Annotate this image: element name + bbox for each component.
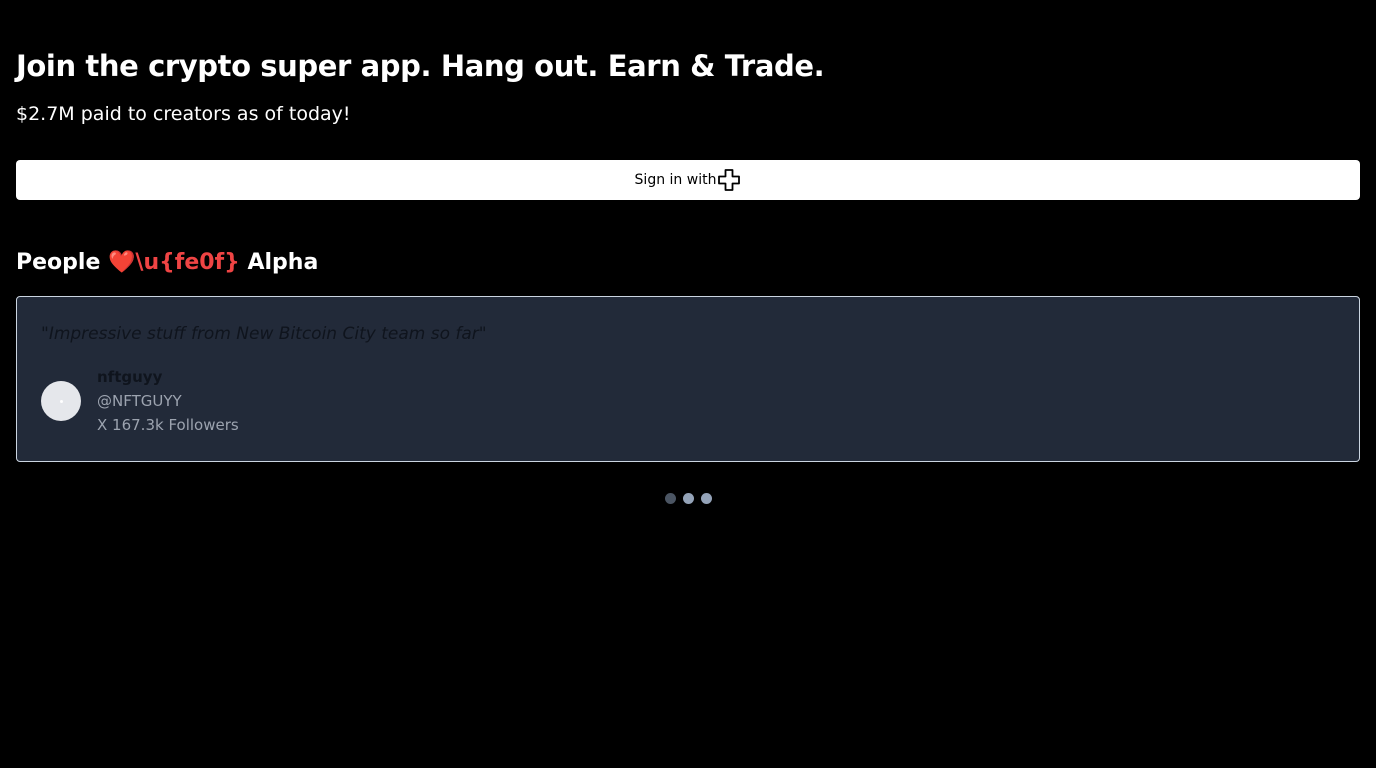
author-handle: @NFTGUYY bbox=[97, 392, 182, 410]
testimonial-card: "Impressive stuff from New Bitcoin City … bbox=[16, 296, 1360, 462]
author-followers: X 167.3k Followers bbox=[97, 416, 239, 434]
hero-title: Join the crypto super app. Hang out. Ear… bbox=[16, 49, 825, 83]
heart-emoji: ❤️\u{fe0f} bbox=[108, 250, 240, 275]
sign-in-button[interactable]: Sign in with bbox=[16, 160, 1360, 200]
cross-icon bbox=[718, 169, 741, 191]
section-title: People ❤️\u{fe0f} Alpha bbox=[16, 246, 318, 280]
author-name: nftguyy bbox=[97, 368, 163, 386]
carousel-dot-3[interactable] bbox=[700, 493, 712, 504]
carousel-dot-1[interactable] bbox=[664, 493, 676, 504]
carousel-dots bbox=[0, 493, 1376, 504]
avatar bbox=[41, 381, 81, 421]
section-title-prefix: People bbox=[16, 250, 109, 275]
page: Join the crypto super app. Hang out. Ear… bbox=[0, 0, 1376, 768]
testimonial-quote: "Impressive stuff from New Bitcoin City … bbox=[41, 324, 487, 344]
hero-subtitle: $2.7M paid to creators as of today! bbox=[16, 103, 351, 125]
avatar-dot bbox=[59, 399, 63, 403]
carousel-dot-2[interactable] bbox=[682, 493, 694, 504]
section-title-suffix: Alpha bbox=[239, 250, 319, 275]
sign-in-label: Sign in with bbox=[634, 172, 717, 188]
